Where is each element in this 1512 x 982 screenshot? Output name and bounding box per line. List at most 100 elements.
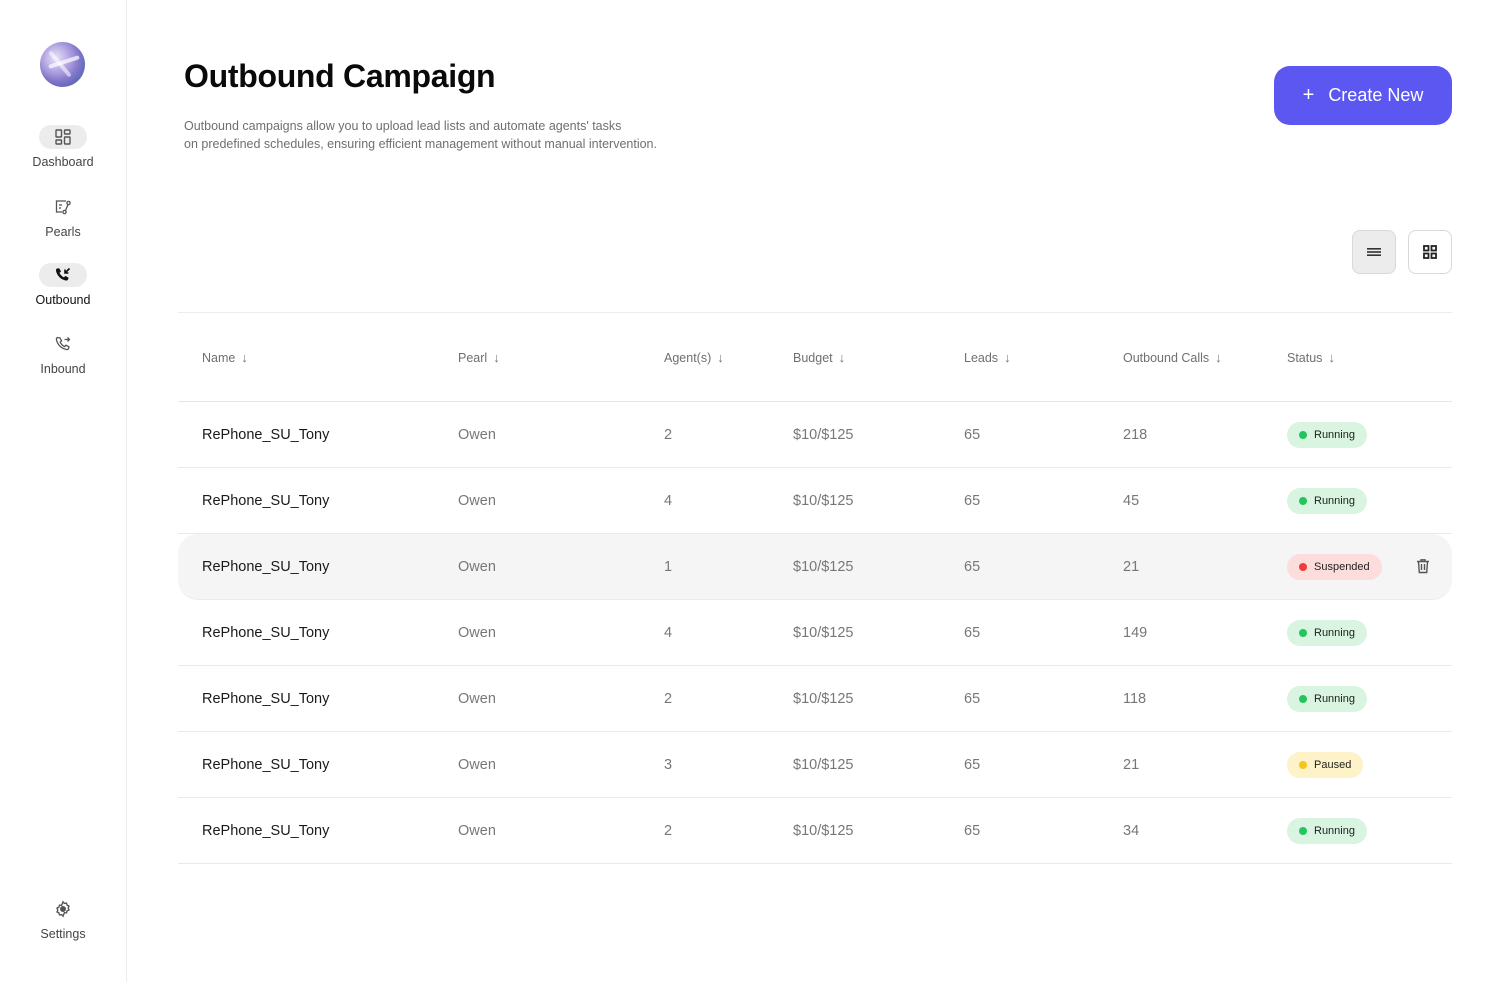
column-label: Agent(s): [664, 350, 712, 365]
list-view-icon: [1367, 248, 1381, 256]
status-dot-icon: [1299, 497, 1307, 505]
cell-outbound-calls: 21: [1123, 559, 1140, 575]
status-badge: Running: [1287, 818, 1367, 844]
status-badge: Running: [1287, 488, 1367, 514]
cell-agents: 2: [664, 823, 673, 839]
cell-pearl: Owen: [458, 757, 496, 773]
status-label: Running: [1314, 429, 1355, 441]
status-dot-icon: [1299, 431, 1307, 439]
sidebar-item-label: Outbound: [35, 293, 91, 307]
plus-icon: +: [1302, 84, 1315, 106]
cell-leads: 65: [964, 427, 981, 443]
sidebar-item-dashboard[interactable]: Dashboard: [0, 125, 126, 169]
column-header-leads[interactable]: Leads ↓: [964, 350, 1011, 365]
cell-budget: $10/$125: [793, 559, 854, 575]
table-row[interactable]: RePhone_SU_Tony Owen 3 $10/$125 65 21 Paused: [178, 732, 1452, 798]
cell-budget: $10/$125: [793, 823, 854, 839]
sidebar-item-pearls[interactable]: Pearls: [0, 195, 126, 239]
cell-budget: $10/$125: [793, 757, 854, 773]
create-new-button[interactable]: + Create New: [1274, 66, 1452, 125]
column-label: Leads: [964, 350, 999, 365]
cell-outbound-calls: 149: [1123, 625, 1148, 641]
cell-outbound-calls: 118: [1123, 691, 1147, 707]
cell-leads: 65: [964, 691, 981, 707]
page-title: Outbound Campaign: [184, 58, 496, 94]
status-badge: Running: [1287, 422, 1367, 448]
cell-name: RePhone_SU_Tony: [202, 757, 330, 773]
sort-arrow-icon: ↓: [717, 350, 724, 365]
status-label: Suspended: [1314, 561, 1370, 573]
pearls-flow-icon: [39, 195, 87, 219]
sort-arrow-icon: ↓: [1328, 350, 1335, 365]
sidebar-item-label: Pearls: [45, 225, 81, 239]
grid-view-button[interactable]: [1408, 230, 1452, 274]
cell-agents: 2: [664, 427, 673, 443]
cell-name: RePhone_SU_Tony: [202, 625, 330, 641]
description-line-1: Outbound campaigns allow you to upload l…: [184, 119, 622, 133]
sidebar-item-label: Inbound: [40, 362, 86, 376]
cell-leads: 65: [964, 559, 981, 575]
trash-icon[interactable]: [1416, 558, 1430, 574]
sidebar-item-settings[interactable]: Settings: [0, 897, 126, 941]
column-label: Name: [202, 350, 236, 365]
app-logo[interactable]: [40, 42, 85, 87]
cell-agents: 4: [664, 625, 673, 641]
cell-leads: 65: [964, 493, 981, 509]
column-header-budget[interactable]: Budget ↓: [793, 350, 845, 365]
table-row[interactable]: RePhone_SU_Tony Owen 4 $10/$125 65 45 Running: [178, 468, 1452, 534]
status-label: Paused: [1314, 759, 1352, 771]
page-description: Outbound campaigns allow you to upload l…: [184, 117, 704, 153]
status-badge: Paused: [1287, 752, 1364, 778]
status-badge: Running: [1287, 620, 1367, 646]
sidebar-item-label: Dashboard: [32, 155, 94, 169]
sidebar-item-outbound[interactable]: Outbound: [0, 263, 126, 307]
sidebar: Dashboard Pearls Outbound Inbound Settin…: [0, 0, 127, 982]
table-row[interactable]: RePhone_SU_Tony Owen 2 $10/$125 65 218 Running: [178, 402, 1452, 468]
column-label: Status: [1287, 350, 1323, 365]
status-dot-icon: [1299, 629, 1307, 637]
sidebar-item-inbound[interactable]: Inbound: [0, 332, 126, 376]
cell-outbound-calls: 45: [1123, 493, 1140, 509]
cell-agents: 2: [664, 691, 673, 707]
cell-outbound-calls: 218: [1123, 427, 1148, 443]
cell-pearl: Owen: [458, 493, 496, 509]
status-badge: Suspended: [1287, 554, 1382, 580]
status-dot-icon: [1299, 761, 1307, 769]
cell-name: RePhone_SU_Tony: [202, 427, 330, 443]
status-dot-icon: [1299, 827, 1307, 835]
cell-outbound-calls: 34: [1123, 823, 1140, 839]
status-dot-icon: [1299, 695, 1307, 703]
sort-arrow-icon: ↓: [1004, 350, 1011, 365]
column-header-status[interactable]: Status ↓: [1287, 350, 1335, 365]
column-header-outbound-calls[interactable]: Outbound Calls ↓: [1123, 350, 1222, 365]
phone-incoming-icon: [39, 332, 87, 356]
column-header-pearl[interactable]: Pearl ↓: [458, 350, 500, 365]
cell-name: RePhone_SU_Tony: [202, 559, 330, 575]
table-row[interactable]: RePhone_SU_Tony Owen 1 $10/$125 65 21 Suspende…: [178, 534, 1452, 600]
column-label: Outbound Calls: [1123, 350, 1210, 365]
table-row[interactable]: RePhone_SU_Tony Owen 4 $10/$125 65 149 Running: [178, 600, 1452, 666]
cell-budget: $10/$125: [793, 691, 854, 707]
cell-leads: 65: [964, 625, 981, 641]
create-new-label: Create New: [1328, 85, 1424, 105]
column-header-agents[interactable]: Agent(s) ↓: [664, 350, 724, 365]
sort-arrow-icon: ↓: [1215, 350, 1222, 365]
cell-pearl: Owen: [458, 559, 496, 575]
cell-leads: 65: [964, 823, 981, 839]
cell-pearl: Owen: [458, 691, 496, 707]
cell-name: RePhone_SU_Tony: [202, 691, 330, 707]
cell-agents: 1: [664, 559, 673, 575]
gear-icon: [39, 897, 87, 921]
grid-view-icon: [1423, 245, 1437, 259]
status-label: Running: [1314, 627, 1355, 639]
table-header: Name ↓ Pearl ↓ Agent(s) ↓ Budget ↓ Leads ↓ Ou…: [178, 312, 1452, 402]
column-header-name[interactable]: Name ↓: [202, 350, 248, 365]
table-row[interactable]: RePhone_SU_Tony Owen 2 $10/$125 65 34 Running: [178, 798, 1452, 864]
sort-arrow-icon: ↓: [241, 350, 248, 365]
cell-agents: 4: [664, 493, 673, 509]
cell-outbound-calls: 21: [1123, 757, 1140, 773]
table-body: RePhone_SU_Tony Owen 2 $10/$125 65 218 Running…: [178, 402, 1452, 864]
status-badge: Running: [1287, 686, 1367, 712]
table-row[interactable]: RePhone_SU_Tony Owen 2 $10/$125 65 118 Running: [178, 666, 1452, 732]
list-view-button[interactable]: [1352, 230, 1396, 274]
